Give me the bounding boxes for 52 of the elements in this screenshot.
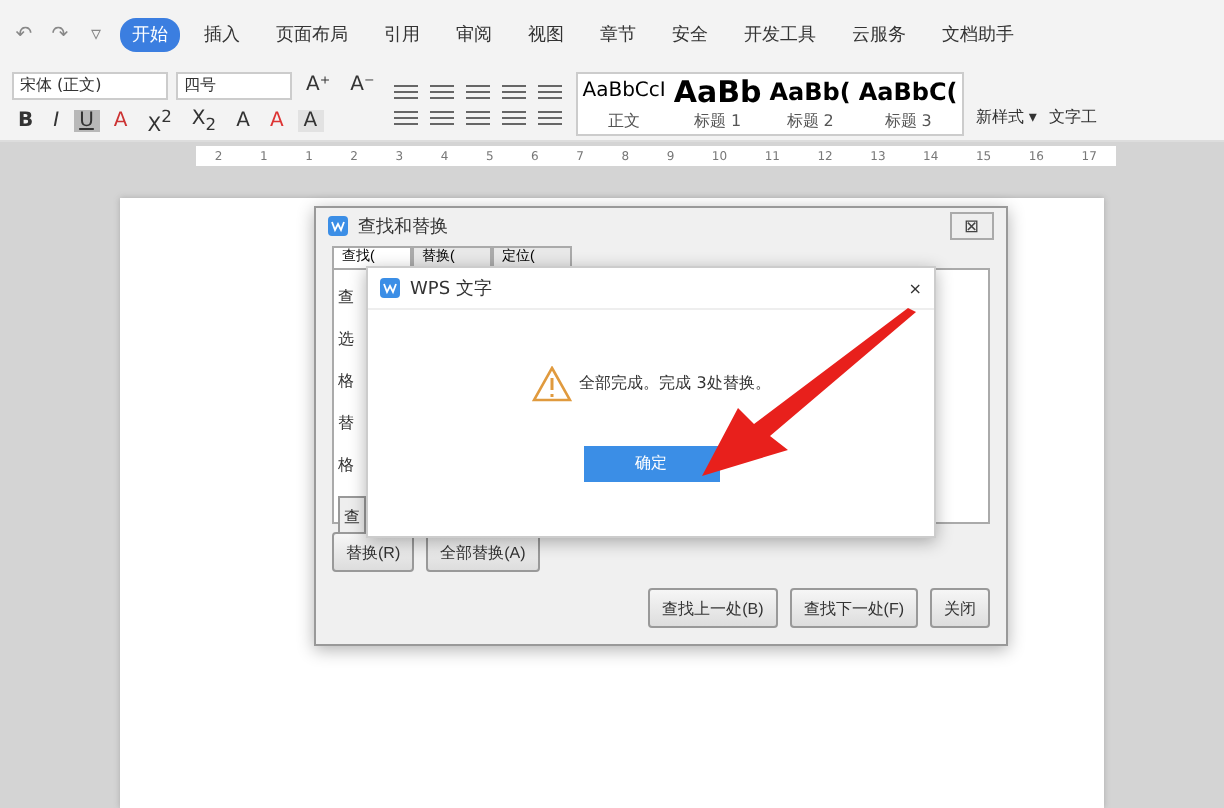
menu-tab[interactable]: 安全: [660, 17, 720, 51]
menu-tab[interactable]: 插入: [192, 17, 252, 51]
warning-icon: [531, 365, 572, 401]
font-size-button[interactable]: A⁺: [300, 74, 337, 97]
menu-tab[interactable]: 开发工具: [732, 17, 828, 51]
menu-tab[interactable]: 引用: [372, 17, 432, 51]
text-tools-button[interactable]: 文字工: [1048, 106, 1097, 128]
dialog-button[interactable]: 关闭: [930, 588, 990, 628]
font-name-select[interactable]: 宋体 (正文): [12, 71, 168, 100]
close-button[interactable]: ×: [908, 279, 922, 297]
menu-tab[interactable]: 审阅: [444, 17, 504, 51]
field-label: 替: [338, 412, 354, 434]
menu-tab[interactable]: 章节: [588, 17, 648, 51]
format-button[interactable]: A: [107, 109, 134, 132]
field-label: 查: [338, 286, 354, 308]
style-name: 正文: [608, 110, 641, 132]
dialog-button[interactable]: 查找下一处(F): [789, 588, 918, 628]
format-button[interactable]: X$_{2}$: [185, 107, 223, 134]
format-button[interactable]: U: [73, 109, 100, 132]
format-button[interactable]: A: [230, 109, 256, 132]
style-name: 标题 3: [884, 110, 932, 132]
dialog-title: WPS 文字: [410, 277, 494, 301]
format-button[interactable]: I: [47, 109, 66, 132]
message-text: 全部完成。完成 3处替换。: [579, 372, 771, 394]
format-button[interactable]: A: [263, 109, 290, 132]
field-label: 格: [338, 370, 354, 392]
font-size-button[interactable]: A⁻: [344, 74, 381, 97]
app-logo-icon: [328, 216, 348, 236]
field-label: 选: [338, 328, 354, 350]
dialog-button[interactable]: 查: [338, 496, 366, 536]
dialog-title: 查找和替换: [358, 215, 450, 239]
style-name: 标题 1: [693, 110, 742, 132]
menu-tab[interactable]: 视图: [516, 17, 576, 51]
field-label: 格: [338, 454, 354, 476]
style-sample[interactable]: AaBbC(: [858, 74, 958, 110]
app-logo-icon: [380, 278, 400, 298]
format-button[interactable]: X$^{2}$: [141, 105, 178, 137]
menu-tab[interactable]: 页面布局: [264, 17, 360, 51]
dialog-button[interactable]: 查找上一处(B): [648, 588, 778, 628]
close-button[interactable]: ⊠: [950, 212, 994, 240]
format-button[interactable]: B: [12, 109, 40, 132]
menu-tab[interactable]: 文档助手: [930, 17, 1026, 51]
font-size-select[interactable]: 四号: [176, 71, 292, 100]
new-style-button[interactable]: 新样式 ▾: [975, 106, 1037, 128]
menu-tab[interactable]: 云服务: [840, 17, 918, 51]
menu-tab[interactable]: 开始: [120, 17, 180, 51]
style-name: 标题 2: [786, 110, 834, 132]
style-sample[interactable]: AaBbCcI: [582, 74, 666, 110]
style-sample[interactable]: AaBb: [673, 74, 762, 110]
dialog-button[interactable]: 替换(R): [332, 532, 415, 572]
format-button[interactable]: A: [297, 109, 324, 132]
style-sample[interactable]: AaBb(: [769, 74, 851, 110]
